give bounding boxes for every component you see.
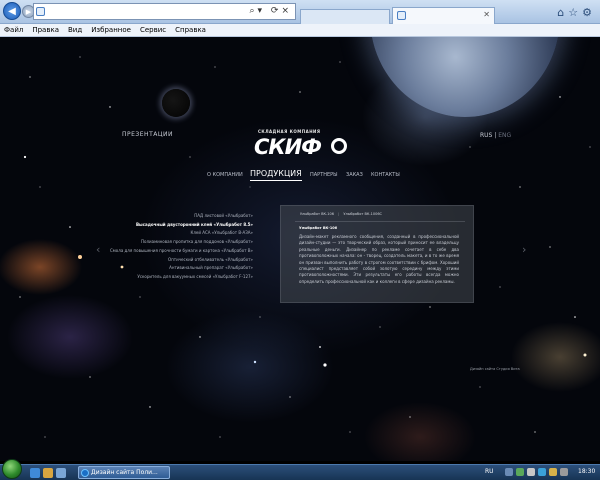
menu-bar: Файл Правка Вид Избранное Сервис Справка [0, 24, 600, 37]
tab-inactive[interactable] [300, 9, 390, 24]
page-favicon-icon [36, 7, 45, 16]
menu-favorites[interactable]: Избранное [91, 26, 131, 34]
site-logo[interactable]: СКИФ [254, 135, 322, 159]
nav-products[interactable]: ПРОДУКЦИЯ [250, 169, 302, 181]
windows-taskbar: Дизайн сайта Поли... RU 18:30 [0, 459, 600, 480]
start-button[interactable] [2, 459, 22, 479]
language-indicator[interactable]: RU [485, 468, 494, 475]
taskbar-window-title: Дизайн сайта Поли... [91, 469, 158, 476]
nav-about[interactable]: О КОМПАНИИ [207, 172, 243, 178]
tab-close-icon[interactable]: ✕ [483, 10, 490, 19]
address-actions[interactable]: ⌕▾ ⟳× [249, 6, 292, 16]
menu-tools[interactable]: Сервис [140, 26, 166, 34]
product-item[interactable]: Антивинальный препарат «Улыбработ» [110, 264, 253, 273]
product-model-title: Улыбработ ВК-106 [299, 226, 338, 230]
tray-skype-icon[interactable] [538, 468, 546, 476]
product-list: ПАД листовой «Улыбработ» Высадочный двус… [110, 212, 253, 282]
browser-window: ◀ ▶ ⌕▾ ⟳× ✕ ⌂☆⚙ Файл Правка Вид Избранно… [0, 0, 600, 480]
product-item[interactable]: Ускоритель для вакуумных смесей «Улыбраб… [110, 273, 253, 282]
presentations-link[interactable]: ПРЕЗЕНТАЦИИ [122, 131, 173, 138]
tray-app-icon[interactable] [549, 468, 557, 476]
tab-active[interactable]: ✕ [392, 7, 495, 24]
card-divider [295, 221, 465, 222]
tray-flag-icon[interactable] [560, 468, 568, 476]
lang-rus[interactable]: RUS [480, 132, 492, 139]
clock[interactable]: 18:30 [578, 468, 595, 475]
logo-subtitle: СКЛАДНАЯ КОМПАНИЯ [258, 129, 321, 134]
lang-eng[interactable]: ENG [498, 132, 511, 139]
menu-edit[interactable]: Правка [32, 26, 59, 34]
tab-favicon-icon [397, 11, 406, 20]
lang-separator: | [494, 132, 497, 139]
logo-mark-icon [331, 138, 347, 154]
quicklaunch-ie-icon[interactable] [30, 468, 40, 478]
product-item[interactable]: ПАД листовой «Улыбработ» [110, 212, 253, 221]
prev-arrow-icon[interactable]: ‹ [96, 243, 100, 256]
main-navigation: О КОМПАНИИ ПРОДУКЦИЯ ПАРТНЕРЫ ЗАКАЗ КОНТ… [0, 169, 600, 183]
address-bar[interactable]: ⌕▾ ⟳× [33, 3, 296, 20]
quicklaunch-explorer-icon[interactable] [43, 468, 53, 478]
tray-icon[interactable] [505, 468, 513, 476]
tray-network-icon[interactable] [516, 468, 524, 476]
browser-tools[interactable]: ⌂☆⚙ [557, 6, 596, 19]
product-item[interactable]: Смола для повышения прочности бумаги и к… [110, 247, 253, 256]
variant-tab-1[interactable]: Улыбработ ВК-106 [300, 212, 334, 216]
product-item[interactable]: Полиаминовая пропитка для поддонов «Улыб… [110, 238, 253, 247]
product-description: Дизайн-макет рекламного сообщения, созда… [299, 234, 459, 284]
next-arrow-icon[interactable]: › [522, 243, 526, 256]
taskbar-window-button[interactable]: Дизайн сайта Поли... [78, 466, 170, 479]
quicklaunch-media-icon[interactable] [56, 468, 66, 478]
website-viewport: ПРЕЗЕНТАЦИИ RUS | ENG СКЛАДНАЯ КОМПАНИЯ … [0, 37, 600, 461]
ie-icon [81, 469, 89, 477]
tray-volume-icon[interactable] [527, 468, 535, 476]
menu-help[interactable]: Справка [175, 26, 206, 34]
nav-partners[interactable]: ПАРТНЕРЫ [310, 172, 338, 178]
product-variant-tabs: Улыбработ ВК-106 | Улыбработ ВК-1006С [300, 212, 382, 216]
product-item[interactable]: Оптический отбеливатель «Улыбработ» [110, 256, 253, 265]
nav-order[interactable]: ЗАКАЗ [346, 172, 363, 178]
dark-moon-image [162, 89, 190, 117]
language-switcher[interactable]: RUS | ENG [480, 132, 511, 139]
variant-tab-2[interactable]: Улыбработ ВК-1006С [343, 212, 382, 216]
nav-contacts[interactable]: КОНТАКТЫ [371, 172, 400, 178]
menu-view[interactable]: Вид [68, 26, 82, 34]
browser-toolbar: ◀ ▶ ⌕▾ ⟳× ✕ ⌂☆⚙ [0, 0, 600, 24]
site-credits[interactable]: Дизайн сайта Студия Вита [470, 367, 520, 371]
product-item-active[interactable]: Высадочный двусторонний клей «Улыбработ … [110, 221, 253, 230]
product-details-card: Улыбработ ВК-106 | Улыбработ ВК-1006С Ул… [280, 205, 474, 303]
menu-file[interactable]: Файл [4, 26, 23, 34]
product-item[interactable]: Клей АСА «Улыбработ В-АЗА» [110, 229, 253, 238]
back-button[interactable]: ◀ [3, 2, 21, 20]
variant-tab-separator: | [338, 212, 340, 216]
